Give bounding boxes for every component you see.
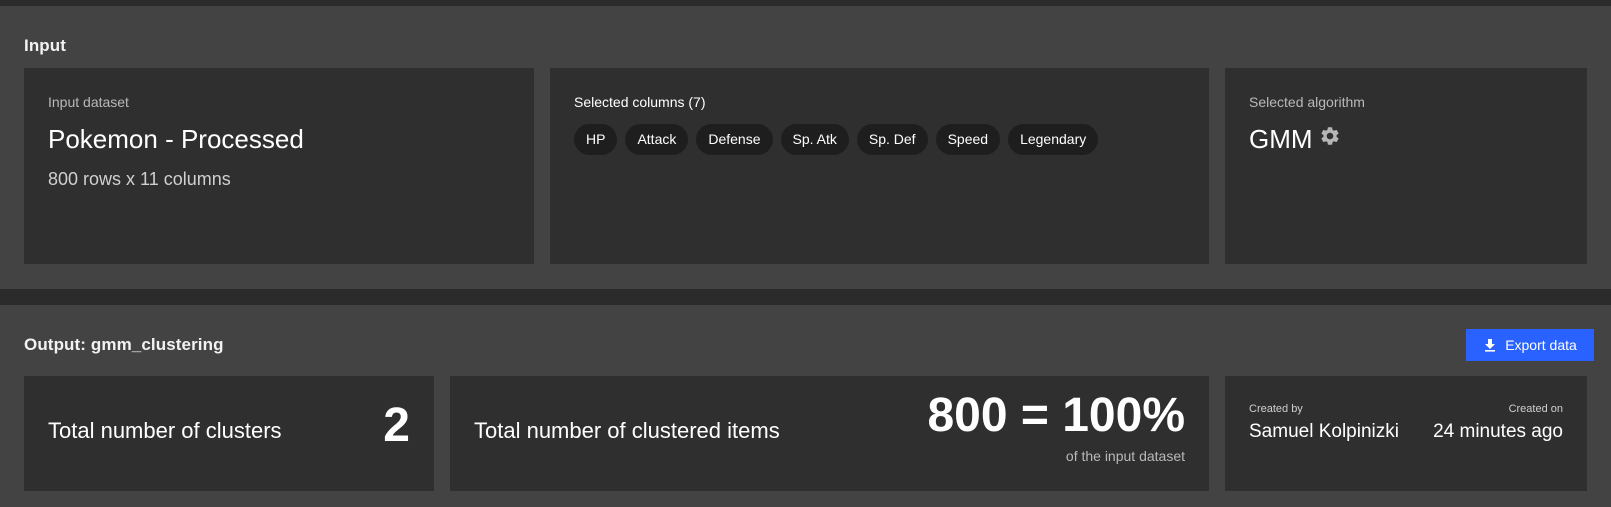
column-chip-sp-atk: Sp. Atk <box>780 124 849 155</box>
clustered-items-subtext: of the input dataset <box>1065 448 1185 464</box>
algorithm-row: GMM <box>1249 124 1341 155</box>
column-chip-defense: Defense <box>696 124 773 155</box>
total-clusters-label: Total number of clusters <box>48 418 282 443</box>
output-section-title: Output: gmm_clustering <box>24 335 224 354</box>
created-on-value: 24 minutes ago <box>1433 421 1563 442</box>
input-section: Input Input dataset Pokemon - Processed … <box>0 6 1611 289</box>
input-dataset-label: Input dataset <box>48 94 129 110</box>
clustered-items-value: 800 = 100% <box>927 389 1185 442</box>
algorithm-name: GMM <box>1249 124 1313 154</box>
output-section: Output: gmm_clustering Export data Total… <box>0 305 1611 507</box>
creation-meta-card: Created by Samuel Kolpinizki Created on … <box>1225 376 1587 491</box>
created-by-label: Created by <box>1249 403 1303 415</box>
column-chip-list: HP Attack Defense Sp. Atk Sp. Def Speed … <box>574 124 1099 155</box>
column-chip-attack: Attack <box>625 124 689 155</box>
column-chip-legendary: Legendary <box>1008 124 1099 155</box>
column-chip-hp: HP <box>574 124 618 155</box>
export-data-label: Export data <box>1505 337 1577 353</box>
download-icon <box>1483 338 1497 352</box>
selected-columns-card: Selected columns (7) HP Attack Defense S… <box>550 68 1209 264</box>
clustered-items-label: Total number of clustered items <box>474 418 780 443</box>
clustered-items-card: Total number of clustered items 800 = 10… <box>450 376 1209 491</box>
total-clusters-card: Total number of clusters 2 <box>24 376 434 491</box>
selected-algorithm-label: Selected algorithm <box>1249 94 1365 110</box>
created-by-value: Samuel Kolpinizki <box>1249 421 1399 442</box>
selected-columns-label: Selected columns (7) <box>574 94 706 110</box>
gear-icon[interactable] <box>1319 125 1341 147</box>
dataset-name: Pokemon - Processed <box>48 124 304 154</box>
export-data-button[interactable]: Export data <box>1466 329 1594 361</box>
total-clusters-value: 2 <box>383 399 410 452</box>
column-chip-sp-def: Sp. Def <box>856 124 928 155</box>
column-chip-speed: Speed <box>935 124 1001 155</box>
selected-algorithm-card: Selected algorithm GMM <box>1225 68 1587 264</box>
input-section-title: Input <box>24 36 67 55</box>
created-on-label: Created on <box>1508 403 1563 415</box>
input-dataset-card: Input dataset Pokemon - Processed 800 ro… <box>24 68 534 264</box>
dataset-size: 800 rows x 11 columns <box>48 169 231 189</box>
